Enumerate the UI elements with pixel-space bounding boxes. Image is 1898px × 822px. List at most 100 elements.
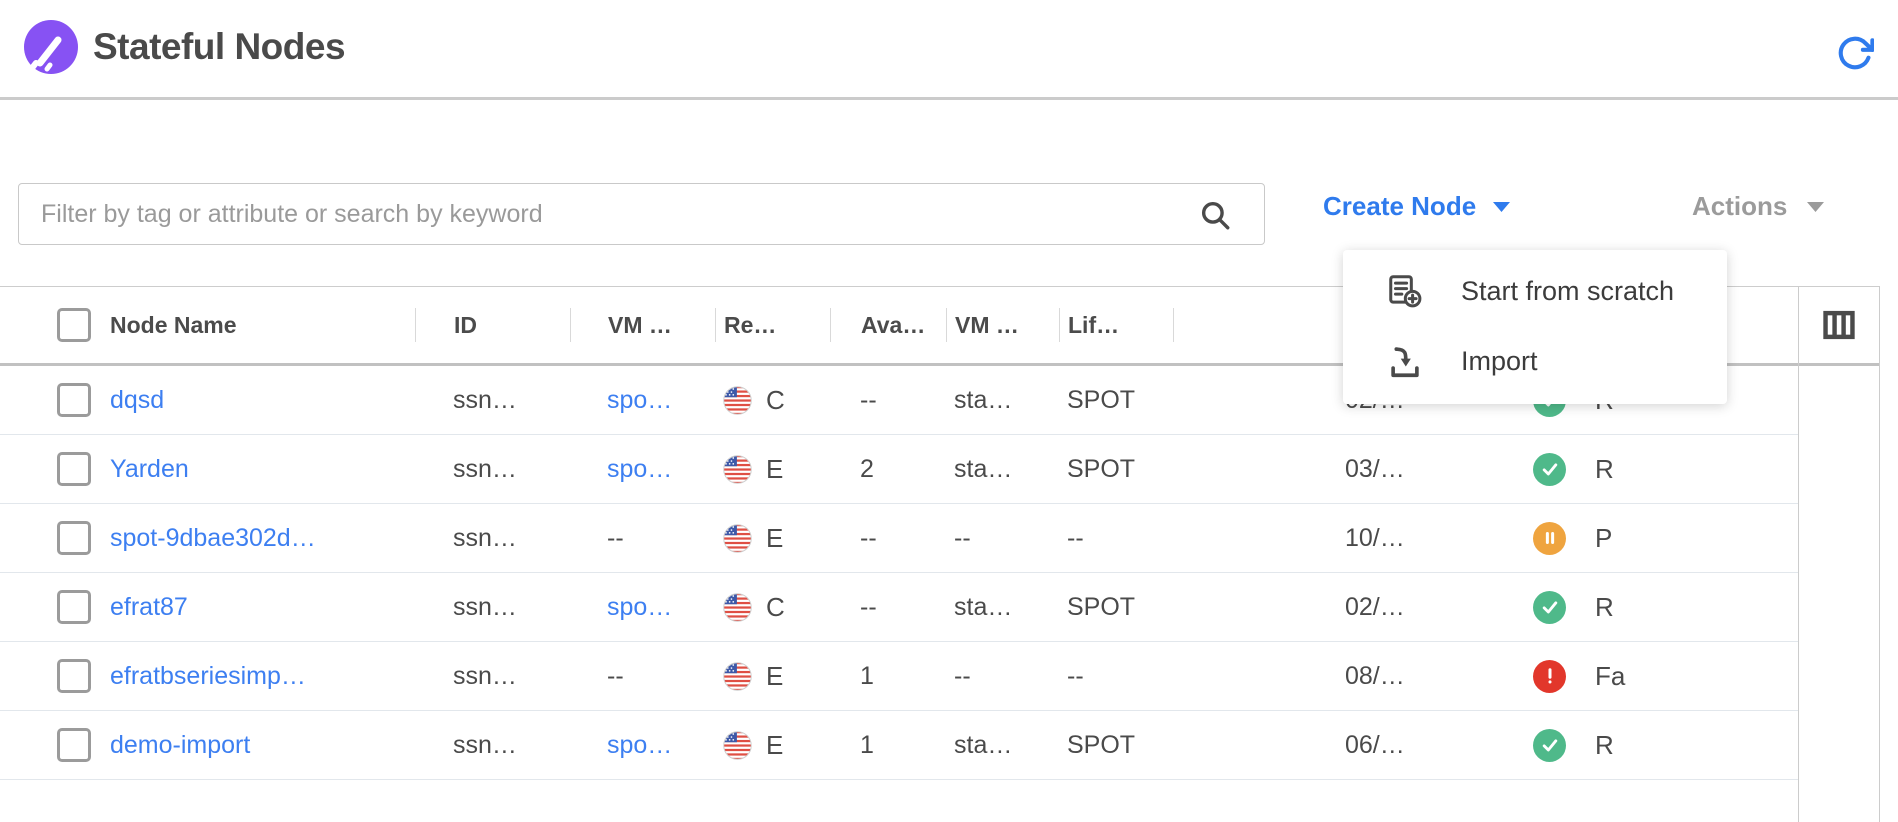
alert-circle-icon <box>1533 660 1566 693</box>
header-checkbox-cell <box>0 308 100 342</box>
check-circle-icon <box>1533 453 1566 486</box>
us-flag-icon <box>723 593 752 622</box>
az-text: -- <box>830 593 946 622</box>
page-title: Stateful Nodes <box>93 26 345 68</box>
vm-size-text: sta… <box>946 455 1059 484</box>
column-header-az[interactable]: Ava… <box>830 308 946 342</box>
region-cell: E <box>715 730 830 761</box>
menu-item-label: Import <box>1461 346 1538 377</box>
row-checkbox[interactable] <box>57 383 91 417</box>
status-cell: Fa <box>1500 660 1798 693</box>
status-cell: P <box>1500 522 1798 555</box>
table-row: Yarden ssn… spo… <box>0 435 1798 504</box>
created-text: 08/… <box>1173 662 1500 691</box>
row-checkbox[interactable] <box>57 521 91 555</box>
node-name-link[interactable]: efratbseriesimp… <box>110 662 306 690</box>
az-text: 1 <box>830 662 946 691</box>
column-header-size[interactable]: VM … <box>946 308 1059 342</box>
us-flag-icon <box>723 386 752 415</box>
region-text: E <box>766 730 783 761</box>
node-name-link[interactable]: Yarden <box>110 455 189 483</box>
az-text: 2 <box>830 455 946 484</box>
region-cell: C <box>715 592 830 623</box>
lifecycle-text: -- <box>1059 524 1173 553</box>
check-circle-icon <box>1533 729 1566 762</box>
az-text: -- <box>830 524 946 553</box>
vm-link: -- <box>607 524 624 552</box>
row-checkbox[interactable] <box>57 452 91 486</box>
title-divider <box>0 97 1898 100</box>
vm-link[interactable]: spo… <box>607 731 672 759</box>
table-row: spot-9dbae302d… ssn… -- <box>0 504 1798 573</box>
create-node-menu: Start from scratch Import <box>1343 250 1727 404</box>
column-header-region[interactable]: Re… <box>715 308 830 342</box>
column-header-id[interactable]: ID <box>415 308 570 342</box>
filter-box <box>18 183 1265 245</box>
vm-link[interactable]: spo… <box>607 455 672 483</box>
node-id: ssn… <box>415 386 570 415</box>
vm-link[interactable]: spo… <box>607 593 672 621</box>
menu-item-import[interactable]: Import <box>1343 326 1727 396</box>
pinned-column <box>1798 286 1880 822</box>
select-all-checkbox[interactable] <box>57 308 91 342</box>
row-checkbox[interactable] <box>57 590 91 624</box>
row-checkbox-cell <box>0 521 100 555</box>
node-name-link[interactable]: demo-import <box>110 731 250 759</box>
table-body: dqsd ssn… spo… <box>0 366 1798 780</box>
search-icon[interactable] <box>1198 198 1232 232</box>
column-header-vm[interactable]: VM … <box>570 308 715 342</box>
spot-logo-icon <box>22 20 80 78</box>
region-text: E <box>766 661 783 692</box>
vm-link: -- <box>607 662 624 690</box>
node-name-link[interactable]: efrat87 <box>110 593 188 621</box>
created-text: 06/… <box>1173 731 1500 760</box>
status-icon-wrap <box>1533 591 1566 624</box>
refresh-icon[interactable] <box>1836 34 1874 72</box>
status-text: Fa <box>1595 661 1625 692</box>
us-flag-icon <box>723 455 752 484</box>
region-text: E <box>766 454 783 485</box>
status-icon-wrap <box>1533 660 1566 693</box>
import-icon <box>1385 341 1425 381</box>
created-text: 10/… <box>1173 524 1500 553</box>
node-id: ssn… <box>415 662 570 691</box>
menu-item-label: Start from scratch <box>1461 276 1674 307</box>
actions-label: Actions <box>1692 191 1787 222</box>
vm-size-text: sta… <box>946 386 1059 415</box>
menu-item-start-from-scratch[interactable]: Start from scratch <box>1343 256 1727 326</box>
node-id: ssn… <box>415 524 570 553</box>
actions-button[interactable]: Actions <box>1692 191 1824 222</box>
table-row: efratbseriesimp… ssn… -- <box>0 642 1798 711</box>
row-checkbox[interactable] <box>57 659 91 693</box>
lifecycle-text: SPOT <box>1059 731 1173 760</box>
region-cell: E <box>715 454 830 485</box>
status-text: R <box>1595 454 1614 485</box>
table-row: efrat87 ssn… spo… <box>0 573 1798 642</box>
status-cell: R <box>1500 591 1798 624</box>
create-node-button[interactable]: Create Node <box>1323 191 1510 222</box>
filter-input[interactable] <box>19 184 1264 244</box>
row-checkbox-cell <box>0 452 100 486</box>
vm-link[interactable]: spo… <box>607 386 672 414</box>
column-header-lifecycle[interactable]: Lif… <box>1059 308 1173 342</box>
columns-icon[interactable] <box>1820 306 1858 344</box>
row-checkbox[interactable] <box>57 728 91 762</box>
row-checkbox-cell <box>0 659 100 693</box>
region-cell: E <box>715 661 830 692</box>
region-text: E <box>766 523 783 554</box>
status-icon-wrap <box>1533 522 1566 555</box>
us-flag-icon <box>723 524 752 553</box>
column-header-name[interactable]: Node Name <box>100 308 415 342</box>
az-text: -- <box>830 386 946 415</box>
region-cell: C <box>715 385 830 416</box>
node-id: ssn… <box>415 731 570 760</box>
region-text: C <box>766 592 785 623</box>
status-icon-wrap <box>1533 729 1566 762</box>
column-picker-cell <box>1799 286 1879 366</box>
node-name-link[interactable]: dqsd <box>110 386 164 414</box>
vm-size-text: sta… <box>946 731 1059 760</box>
status-icon-wrap <box>1533 453 1566 486</box>
node-name-link[interactable]: spot-9dbae302d… <box>110 524 316 552</box>
us-flag-icon <box>723 662 752 691</box>
create-node-label: Create Node <box>1323 191 1476 222</box>
